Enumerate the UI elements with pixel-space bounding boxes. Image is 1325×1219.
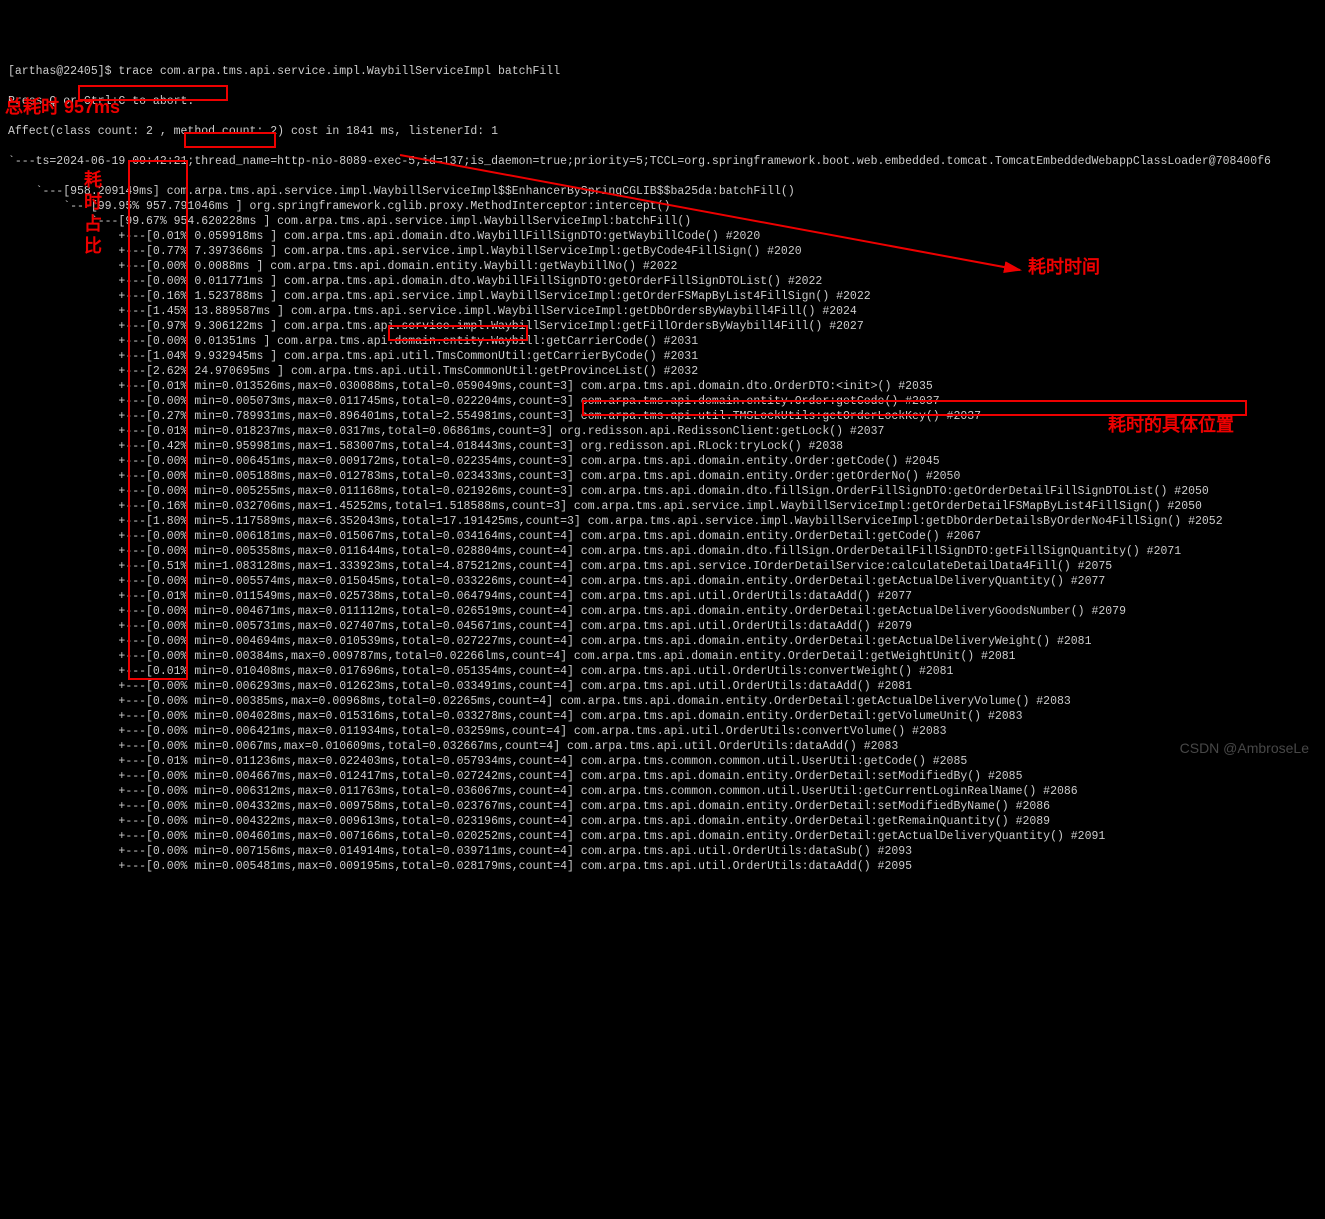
- trace-line: `---[99.95% 957.791046ms ] org.springfra…: [8, 199, 1317, 214]
- trace-line: +---[0.01% min=0.013526ms,max=0.030088ms…: [8, 379, 1317, 394]
- trace-line: +---[1.45% 13.889587ms ] com.arpa.tms.ap…: [8, 304, 1317, 319]
- trace-line: +---[0.00% min=0.004322ms,max=0.009613ms…: [8, 814, 1317, 829]
- watermark: CSDN @AmbroseLe: [1180, 741, 1309, 756]
- trace-line: +---[0.00% min=0.005481ms,max=0.009195ms…: [8, 859, 1317, 874]
- trace-line: +---[0.16% min=0.032706ms,max=1.45252ms,…: [8, 499, 1317, 514]
- trace-line: +---[0.27% min=0.789931ms,max=0.896401ms…: [8, 409, 1317, 424]
- trace-line: +---[2.62% 24.970695ms ] com.arpa.tms.ap…: [8, 364, 1317, 379]
- trace-line: +---[0.00% min=0.007156ms,max=0.014914ms…: [8, 844, 1317, 859]
- trace-line: +---[0.00% min=0.0067ms,max=0.010609ms,t…: [8, 739, 1317, 754]
- trace-line: +---[0.42% min=0.959981ms,max=1.583007ms…: [8, 439, 1317, 454]
- trace-line: +---[0.97% 9.306122ms ] com.arpa.tms.api…: [8, 319, 1317, 334]
- trace-line: +---[0.01% min=0.018237ms,max=0.0317ms,t…: [8, 424, 1317, 439]
- affect-line: Affect(class count: 2 , method count: 2)…: [8, 124, 1317, 139]
- trace-line: +---[0.00% min=0.006451ms,max=0.009172ms…: [8, 454, 1317, 469]
- trace-line: +---[0.51% min=1.083128ms,max=1.333923ms…: [8, 559, 1317, 574]
- prompt-line: [arthas@22405]$ trace com.arpa.tms.api.s…: [8, 64, 1317, 79]
- trace-line: +---[0.00% 0.0088ms ] com.arpa.tms.api.d…: [8, 259, 1317, 274]
- trace-output: `---[958.209149ms] com.arpa.tms.api.serv…: [8, 184, 1317, 874]
- trace-line: `---[99.67% 954.620228ms ] com.arpa.tms.…: [8, 214, 1317, 229]
- trace-line: +---[0.00% min=0.005073ms,max=0.011745ms…: [8, 394, 1317, 409]
- abort-hint: Press Q or Ctrl+C to abort.: [8, 94, 1317, 109]
- ts-line: `---ts=2024-06-19 09:42:21;thread_name=h…: [8, 154, 1317, 169]
- trace-line: +---[0.00% 0.011771ms ] com.arpa.tms.api…: [8, 274, 1317, 289]
- trace-line: +---[0.00% min=0.004028ms,max=0.015316ms…: [8, 709, 1317, 724]
- trace-line: `---[958.209149ms] com.arpa.tms.api.serv…: [8, 184, 1317, 199]
- trace-line: +---[1.04% 9.932945ms ] com.arpa.tms.api…: [8, 349, 1317, 364]
- trace-line: +---[0.00% min=0.00385ms,max=0.00968ms,t…: [8, 694, 1317, 709]
- trace-line: +---[0.00% min=0.006293ms,max=0.012623ms…: [8, 679, 1317, 694]
- trace-line: +---[0.00% min=0.004332ms,max=0.009758ms…: [8, 799, 1317, 814]
- trace-line: +---[0.00% 0.01351ms ] com.arpa.tms.api.…: [8, 334, 1317, 349]
- trace-line: +---[0.01% min=0.011549ms,max=0.025738ms…: [8, 589, 1317, 604]
- trace-line: +---[0.01% min=0.010408ms,max=0.017696ms…: [8, 664, 1317, 679]
- trace-line: +---[0.00% min=0.005574ms,max=0.015045ms…: [8, 574, 1317, 589]
- trace-line: +---[1.80% min=5.117589ms,max=6.352043ms…: [8, 514, 1317, 529]
- trace-line: +---[0.00% min=0.00384ms,max=0.009787ms,…: [8, 649, 1317, 664]
- trace-line: +---[0.00% min=0.006181ms,max=0.015067ms…: [8, 529, 1317, 544]
- trace-line: +---[0.00% min=0.005188ms,max=0.012783ms…: [8, 469, 1317, 484]
- trace-line: +---[0.77% 7.397366ms ] com.arpa.tms.api…: [8, 244, 1317, 259]
- trace-line: +---[0.00% min=0.005255ms,max=0.011168ms…: [8, 484, 1317, 499]
- trace-line: +---[0.00% min=0.005358ms,max=0.011644ms…: [8, 544, 1317, 559]
- trace-line: +---[0.01% 0.059918ms ] com.arpa.tms.api…: [8, 229, 1317, 244]
- trace-line: +---[0.00% min=0.006312ms,max=0.011763ms…: [8, 784, 1317, 799]
- trace-line: +---[0.00% min=0.004671ms,max=0.011112ms…: [8, 604, 1317, 619]
- trace-line: +---[0.00% min=0.004694ms,max=0.010539ms…: [8, 634, 1317, 649]
- trace-line: +---[0.16% 1.523788ms ] com.arpa.tms.api…: [8, 289, 1317, 304]
- trace-line: +---[0.00% min=0.004667ms,max=0.012417ms…: [8, 769, 1317, 784]
- trace-line: +---[0.00% min=0.004601ms,max=0.007166ms…: [8, 829, 1317, 844]
- trace-line: +---[0.00% min=0.005731ms,max=0.027407ms…: [8, 619, 1317, 634]
- trace-line: +---[0.00% min=0.006421ms,max=0.011934ms…: [8, 724, 1317, 739]
